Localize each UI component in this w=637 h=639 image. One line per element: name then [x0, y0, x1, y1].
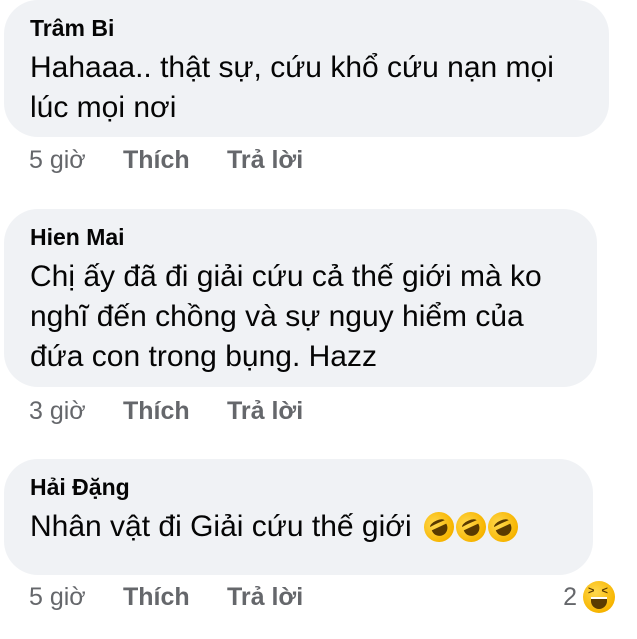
comment-bubble[interactable]: Hải Đặng Nhân vật đi Giải cứu thế giới [4, 459, 593, 575]
comment-text-line: nghĩ đến chồng và sự nguy hiểm của [30, 300, 524, 333]
like-button[interactable]: Thích [123, 146, 227, 175]
emoji-group [418, 507, 523, 547]
comment-text-line: đứa con trong bụng. Hazz [30, 340, 377, 373]
rofl-emoji-icon [450, 507, 491, 547]
comment-text: Hahaaa.. thật sự, cứu khổ cứu nạn mọi lú… [30, 48, 583, 128]
comment-text: Nhân vật đi Giải cứu thế giới [30, 507, 567, 547]
comment-actions: 3 giờ Thích Trả lời [29, 397, 303, 426]
rofl-emoji-icon [418, 507, 459, 547]
rofl-emoji-icon [482, 507, 523, 547]
comment-text-line: Chị ấy đã đi giải cứu cả thế giới mà ko [30, 260, 542, 293]
reaction-count: 2 [563, 582, 577, 611]
laughing-emoji-icon [583, 581, 615, 613]
comment-text: Chị ấy đã đi giải cứu cả thế giới mà ko … [30, 257, 571, 377]
comment-text-line: Nhân vật đi Giải cứu thế giới [30, 510, 412, 543]
reaction-summary[interactable]: 2 [563, 581, 615, 613]
like-button[interactable]: Thích [123, 397, 227, 426]
comment-actions: 5 giờ Thích Trả lời [29, 146, 303, 175]
comment-timestamp[interactable]: 5 giờ [29, 583, 123, 612]
comment-bubble[interactable]: Hien Mai Chị ấy đã đi giải cứu cả thế gi… [4, 209, 597, 387]
reply-button[interactable]: Trả lời [227, 583, 303, 612]
comment-text-line: lúc mọi nơi [30, 91, 177, 124]
comment-bubble[interactable]: Trâm Bi Hahaaa.. thật sự, cứu khổ cứu nạ… [4, 0, 609, 137]
comment-author[interactable]: Hien Mai [30, 223, 571, 251]
like-button[interactable]: Thích [123, 583, 227, 612]
comment-text-line: Hahaaa.. thật sự, cứu khổ cứu nạn mọi [30, 51, 554, 84]
reply-button[interactable]: Trả lời [227, 146, 303, 175]
comment-actions: 5 giờ Thích Trả lời [29, 583, 303, 612]
reply-button[interactable]: Trả lời [227, 397, 303, 426]
comment-timestamp[interactable]: 3 giờ [29, 397, 123, 426]
comment-author[interactable]: Trâm Bi [30, 14, 583, 42]
comment-author[interactable]: Hải Đặng [30, 473, 567, 501]
comment-timestamp[interactable]: 5 giờ [29, 146, 123, 175]
